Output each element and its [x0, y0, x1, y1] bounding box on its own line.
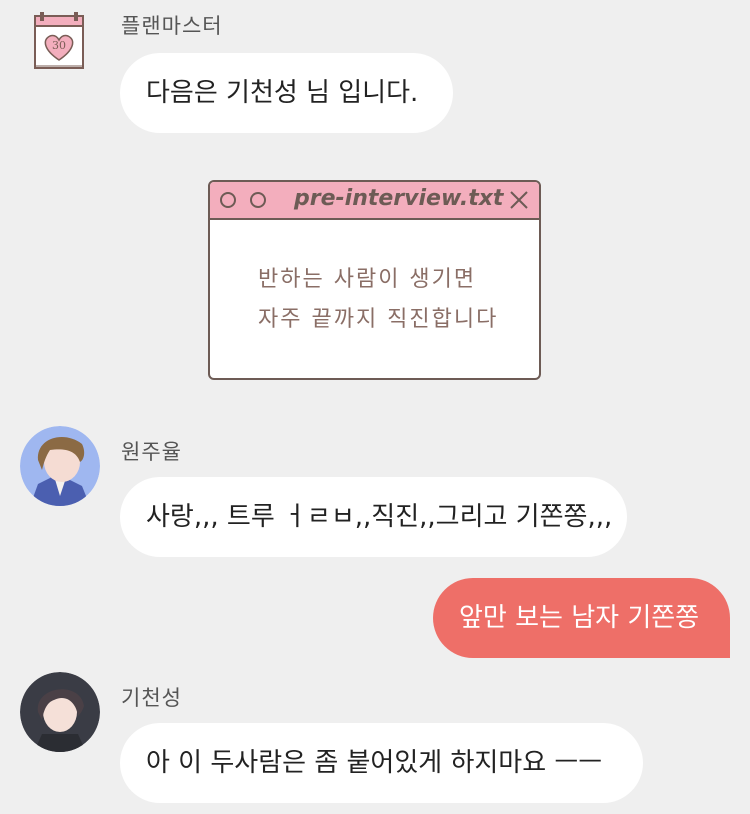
- sender-name: 기천성: [121, 686, 182, 710]
- planmaster-avatar[interactable]: 30: [32, 10, 86, 72]
- avatar[interactable]: [20, 672, 100, 752]
- window-circle-icon: [220, 192, 236, 208]
- user-avatar-icon: [20, 672, 100, 752]
- my-message-bubble[interactable]: 앞만 보는 남자 기쫀쫑: [433, 578, 730, 658]
- message-bubble[interactable]: 다음은 기천성 님 입니다.: [120, 53, 453, 133]
- notepad-title: pre-interview.txt: [294, 186, 504, 211]
- user-avatar-icon: [20, 426, 100, 506]
- close-icon[interactable]: [509, 190, 529, 210]
- window-circle-icon: [250, 192, 266, 208]
- svg-text:30: 30: [52, 39, 66, 52]
- avatar[interactable]: [20, 426, 100, 506]
- notepad-body: 반하는 사람이 생기면 자주 끝까지 직진합니다: [258, 260, 498, 340]
- message-bubble[interactable]: 사랑,,, 트루 ㅓㄹㅂ,,직진,,그리고 기쫀쫑,,,: [120, 477, 627, 557]
- calendar-heart-icon: 30: [34, 12, 84, 69]
- notepad-line: 반하는 사람이 생기면: [258, 267, 477, 292]
- notepad-window: pre-interview.txt 반하는 사람이 생기면 자주 끝까지 직진합…: [208, 180, 541, 380]
- notepad-titlebar: pre-interview.txt: [210, 182, 539, 220]
- sender-name: 플랜마스터: [121, 14, 223, 38]
- message-bubble[interactable]: 아 이 두사람은 좀 붙어있게 하지마요 ㅡㅡ: [120, 723, 643, 803]
- notepad-line: 자주 끝까지 직진합니다: [258, 307, 499, 332]
- sender-name: 원주율: [121, 440, 182, 464]
